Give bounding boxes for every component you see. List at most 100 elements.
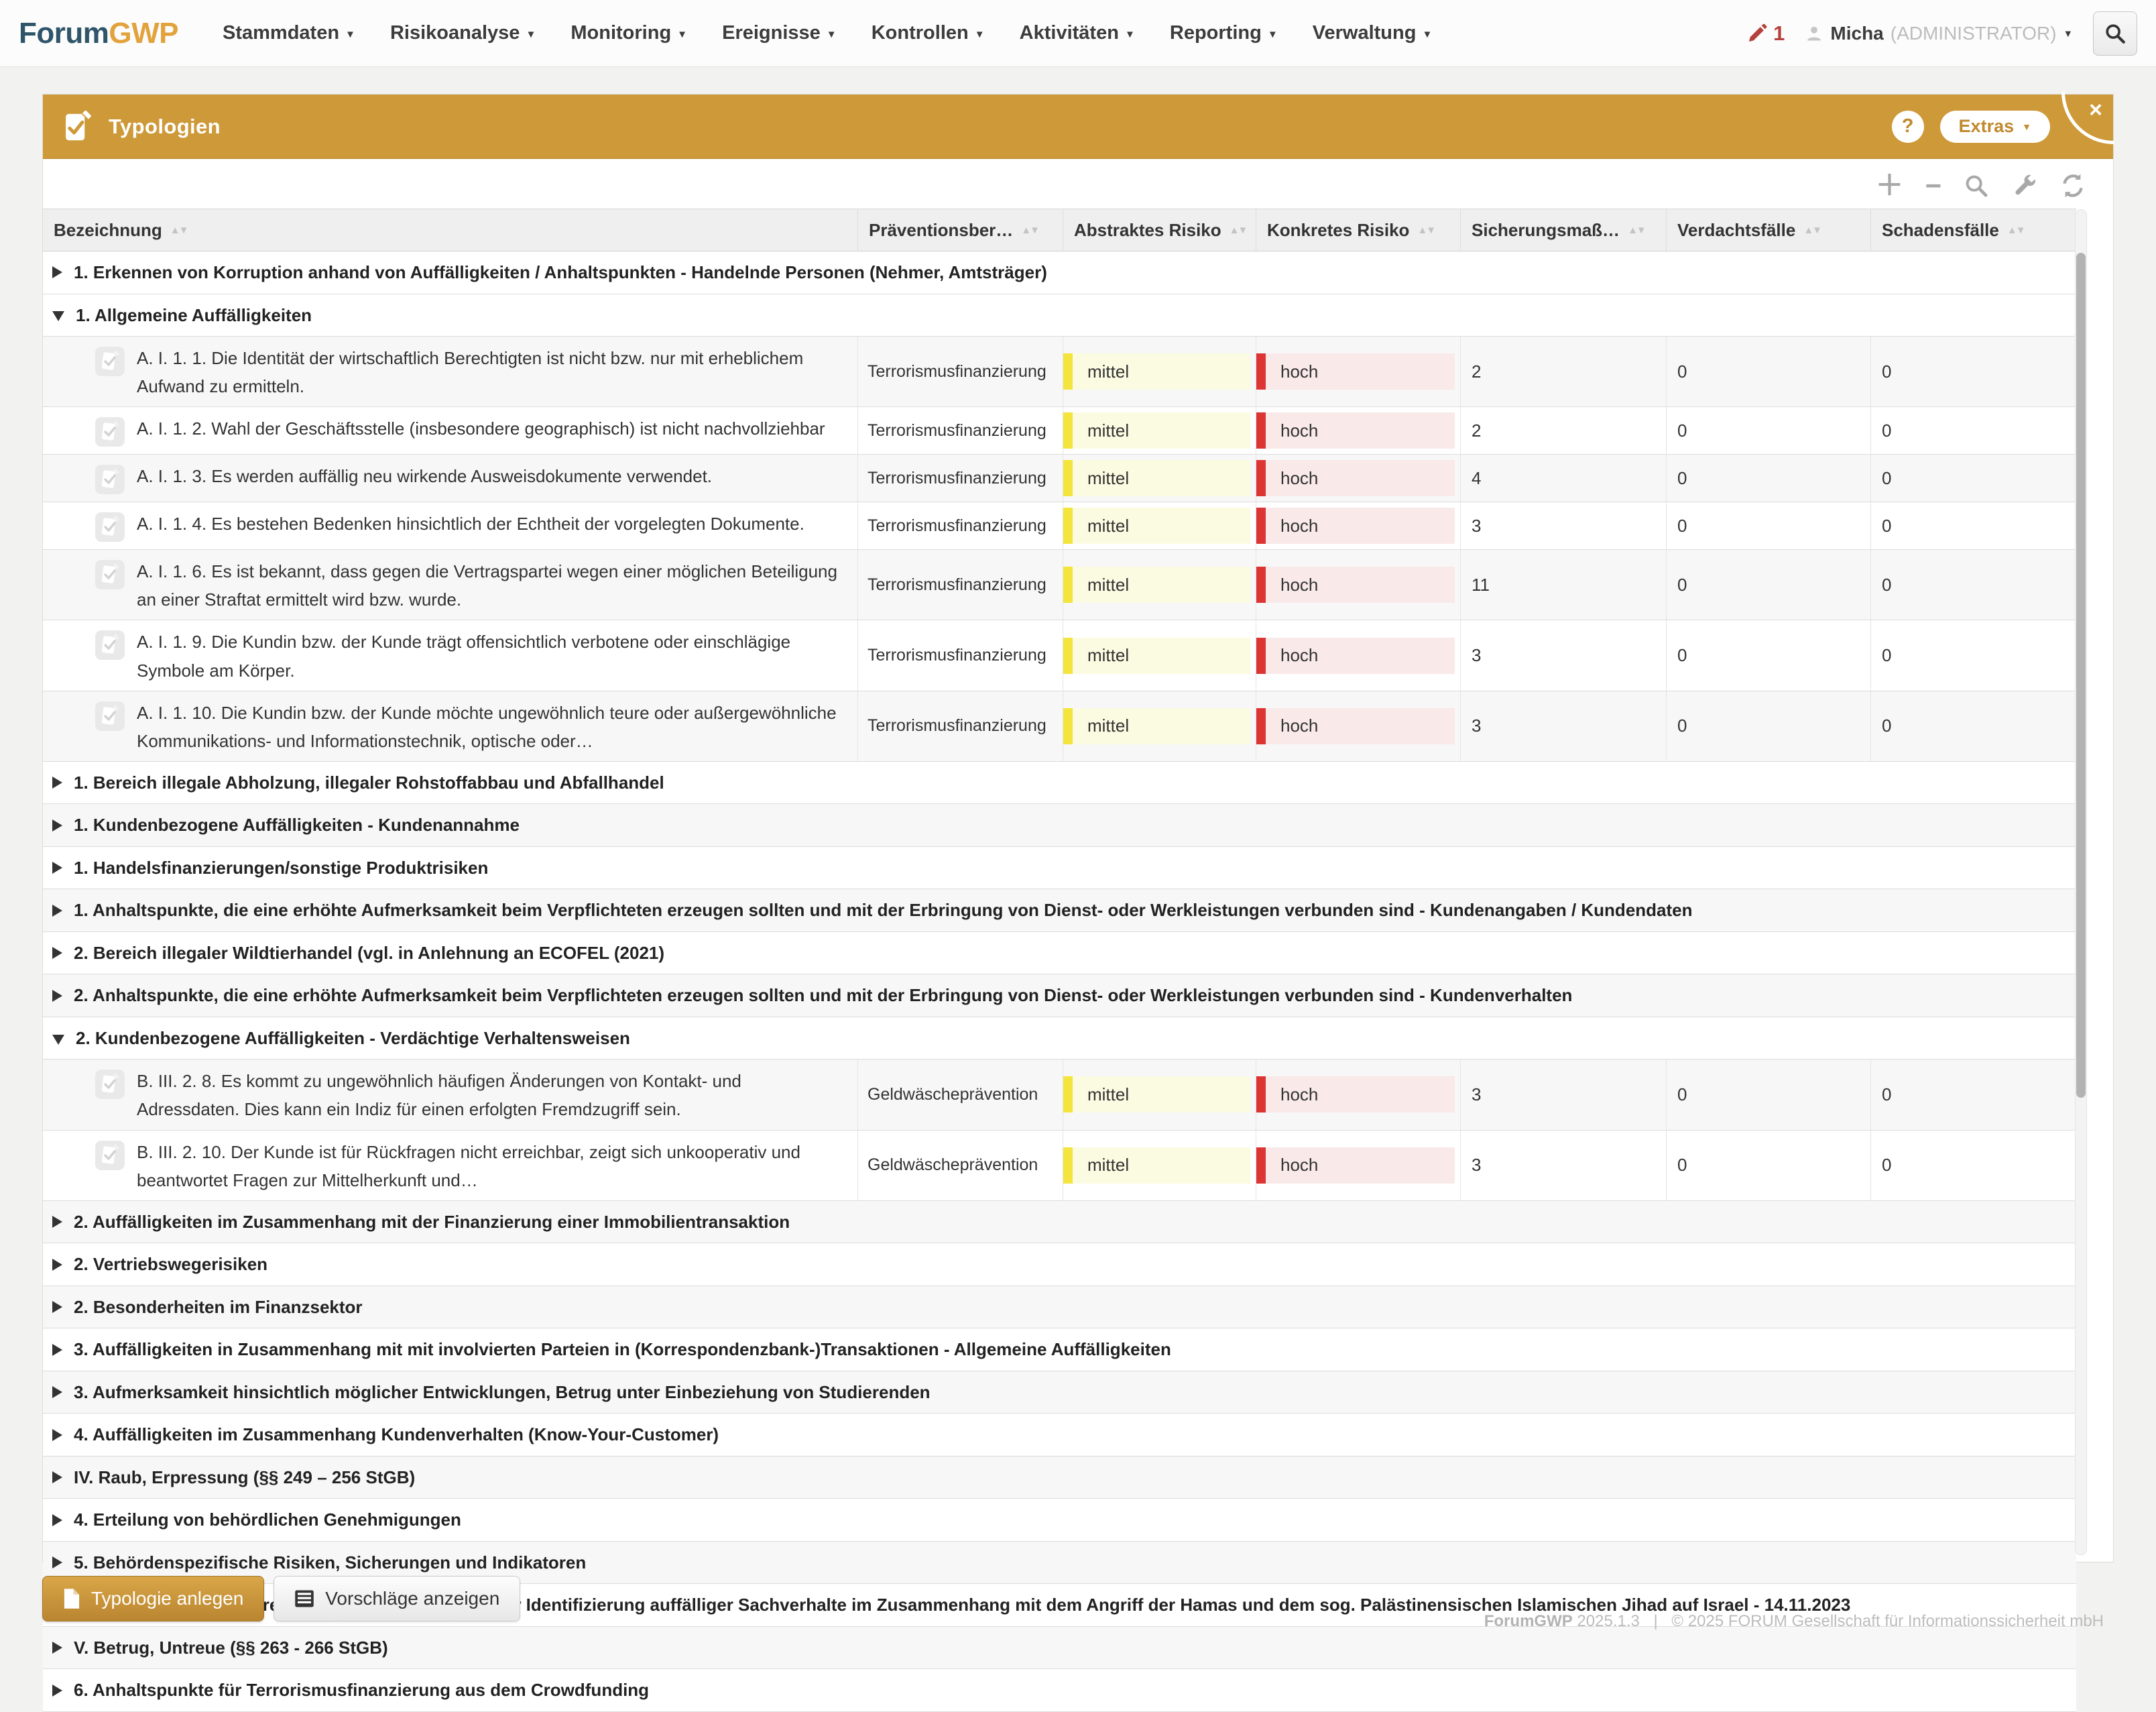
nav-item-risikoanalyse[interactable]: Risikoanalyse▼ (390, 22, 536, 44)
sort-icons[interactable]: ▲▼ (1803, 225, 1821, 236)
nav-item-verwaltung[interactable]: Verwaltung▼ (1313, 22, 1433, 44)
nav-item-kontrollen[interactable]: Kontrollen▼ (872, 22, 985, 44)
expand-arrow-icon[interactable] (52, 819, 62, 832)
expand-arrow-icon[interactable] (52, 1471, 62, 1483)
table-row[interactable]: A. I. 1. 1. Die Identität der wirtschaft… (43, 337, 2076, 407)
edit-indicator[interactable]: 1 (1746, 21, 1785, 46)
nav-item-aktivitäten[interactable]: Aktivitäten▼ (1020, 22, 1135, 44)
group-row[interactable]: 2. Besonderheiten im Finanzsektor (43, 1286, 2076, 1329)
group-row[interactable]: 2. Vertriebswegerisiken (43, 1243, 2076, 1286)
app-logo[interactable]: ForumGWP (19, 17, 178, 50)
group-row[interactable]: 1. Kundenbezogene Auffälligkeiten - Kund… (43, 804, 2076, 847)
group-row[interactable]: 1. Bereich illegale Abholzung, illegaler… (43, 762, 2076, 805)
expand-arrow-icon[interactable] (52, 266, 62, 278)
expand-arrow-icon[interactable] (52, 1556, 62, 1568)
group-row[interactable]: 1. Erkennen von Korruption anhand von Au… (43, 251, 2076, 294)
expand-arrow-icon[interactable] (52, 1685, 62, 1697)
expand-arrow-icon[interactable] (52, 1301, 62, 1313)
column-header-konkretes-risiko[interactable]: Konkretes Risiko▲▼ (1256, 209, 1460, 251)
expand-arrow-icon[interactable] (52, 1344, 62, 1356)
group-row[interactable]: 2. Bereich illegaler Wildtierhandel (vgl… (43, 932, 2076, 975)
typology-name-cell[interactable]: A. I. 1. 3. Es werden auffällig neu wirk… (43, 455, 857, 502)
expand-arrow-icon[interactable] (52, 947, 62, 959)
refresh-button[interactable] (2059, 172, 2086, 199)
group-row[interactable]: 4. Erteilung von behördlichen Genehmigun… (43, 1499, 2076, 1542)
table-row[interactable]: B. III. 2. 8. Es kommt zu ungewöhnlich h… (43, 1060, 2076, 1130)
column-header-abstraktes-risiko[interactable]: Abstraktes Risiko▲▼ (1063, 209, 1256, 251)
typology-name-cell[interactable]: A. I. 1. 2. Wahl der Geschäftsstelle (in… (43, 407, 857, 454)
typology-name-cell[interactable]: A. I. 1. 9. Die Kundin bzw. der Kunde tr… (43, 620, 857, 690)
expand-all-button[interactable]: ＋ (1875, 172, 1903, 200)
typology-name-cell[interactable]: A. I. 1. 6. Es ist bekannt, dass gegen d… (43, 550, 857, 620)
group-row[interactable]: 6. Anhaltspunkte für Terrorismusfinanzie… (43, 1669, 2076, 1712)
table-row[interactable]: A. I. 1. 10. Die Kundin bzw. der Kunde m… (43, 691, 2076, 762)
typology-name-cell[interactable]: A. I. 1. 10. Die Kundin bzw. der Kunde m… (43, 691, 857, 761)
sort-icons[interactable]: ▲▼ (1021, 225, 1038, 236)
column-header-sicherungsma-[interactable]: Sicherungsmaß…▲▼ (1460, 209, 1666, 251)
sort-icons[interactable]: ▲▼ (1628, 225, 1645, 236)
collapse-all-button[interactable]: − (1925, 172, 1941, 200)
nav-item-reporting[interactable]: Reporting▼ (1170, 22, 1278, 44)
group-row[interactable]: 2. Auffälligkeiten im Zusammenhang mit d… (43, 1201, 2076, 1244)
extras-button[interactable]: Extras ▼ (1940, 111, 2050, 143)
column-header-bezeichnung[interactable]: Bezeichnung▲▼ (43, 209, 857, 251)
expand-arrow-icon[interactable] (52, 990, 62, 1002)
table-settings-button[interactable] (2011, 172, 2038, 199)
column-header-pr-ventionsber-[interactable]: Präventionsber…▲▼ (857, 209, 1063, 251)
user-menu[interactable]: Micha (ADMINISTRATOR) ▼ (1805, 23, 2073, 44)
typology-name-cell[interactable]: A. I. 1. 4. Es bestehen Bedenken hinsich… (43, 502, 857, 549)
abstract-risk-cell: mittel (1063, 550, 1256, 620)
vertical-scrollbar[interactable] (2075, 209, 2087, 1555)
group-row[interactable]: 1. Allgemeine Auffälligkeiten (43, 294, 2076, 337)
table-row[interactable]: B. III. 2. 10. Der Kunde ist für Rückfra… (43, 1131, 2076, 1201)
expand-arrow-icon[interactable] (52, 1216, 62, 1228)
expand-arrow-icon[interactable] (52, 1514, 62, 1526)
column-header-verdachtsf-lle[interactable]: Verdachtsfälle▲▼ (1666, 209, 1870, 251)
collapse-arrow-icon[interactable] (52, 1035, 64, 1045)
group-row[interactable]: V. Betrug, Untreue (§§ 263 - 266 StGB) (43, 1627, 2076, 1670)
table-row[interactable]: A. I. 1. 9. Die Kundin bzw. der Kunde tr… (43, 620, 2076, 691)
sort-icons[interactable]: ▲▼ (1417, 225, 1435, 236)
create-typology-button[interactable]: Typologie anlegen (42, 1576, 264, 1621)
group-row[interactable]: 4. Auffälligkeiten im Zusammenhang Kunde… (43, 1414, 2076, 1457)
sort-icons[interactable]: ▲▼ (170, 225, 188, 236)
footer-copyright: © 2025 FORUM Gesellschaft für Informatio… (1671, 1612, 2104, 1630)
group-row[interactable]: 3. Aufmerksamkeit hinsichtlich möglicher… (43, 1371, 2076, 1414)
group-row[interactable]: IV. Raub, Erpressung (§§ 249 – 256 StGB) (43, 1457, 2076, 1499)
typology-name-cell[interactable]: A. I. 1. 1. Die Identität der wirtschaft… (43, 337, 857, 406)
table-row[interactable]: A. I. 1. 3. Es werden auffällig neu wirk… (43, 455, 2076, 502)
collapse-arrow-icon[interactable] (52, 311, 64, 321)
table-row[interactable]: A. I. 1. 2. Wahl der Geschäftsstelle (in… (43, 407, 2076, 455)
table-row[interactable]: A. I. 1. 4. Es bestehen Bedenken hinsich… (43, 502, 2076, 550)
sort-icons[interactable]: ▲▼ (2007, 225, 2025, 236)
typology-check-icon (95, 630, 125, 660)
table-row[interactable]: A. I. 1. 6. Es ist bekannt, dass gegen d… (43, 550, 2076, 620)
group-row[interactable]: 1. Anhaltspunkte, die eine erhöhte Aufme… (43, 889, 2076, 932)
expand-arrow-icon[interactable] (52, 905, 62, 917)
search-button[interactable] (2093, 11, 2137, 56)
expand-arrow-icon[interactable] (52, 1642, 62, 1654)
table-search-button[interactable] (1963, 172, 1990, 199)
typology-name-cell[interactable]: B. III. 2. 8. Es kommt zu ungewöhnlich h… (43, 1060, 857, 1129)
sort-icons[interactable]: ▲▼ (1230, 225, 1247, 236)
group-row[interactable]: 2. Anhaltspunkte, die eine erhöhte Aufme… (43, 974, 2076, 1017)
expand-arrow-icon[interactable] (52, 862, 62, 874)
expand-arrow-icon[interactable] (52, 777, 62, 789)
nav-item-stammdaten[interactable]: Stammdaten▼ (223, 22, 355, 44)
expand-arrow-icon[interactable] (52, 1429, 62, 1441)
column-header-schadensf-lle[interactable]: Schadensfälle▲▼ (1870, 209, 2076, 251)
help-button[interactable]: ? (1892, 111, 1924, 143)
close-icon[interactable]: × (2089, 99, 2102, 121)
group-row[interactable]: 3. Auffälligkeiten in Zusammenhang mit m… (43, 1328, 2076, 1371)
group-row[interactable]: 2. Kundenbezogene Auffälligkeiten - Verd… (43, 1017, 2076, 1060)
nav-item-ereignisse[interactable]: Ereignisse▼ (722, 22, 837, 44)
expand-arrow-icon[interactable] (52, 1386, 62, 1398)
typology-name-cell[interactable]: B. III. 2. 10. Der Kunde ist für Rückfra… (43, 1131, 857, 1200)
nav-item-monitoring[interactable]: Monitoring▼ (571, 22, 687, 44)
group-row[interactable]: 1. Handelsfinanzierungen/sonstige Produk… (43, 847, 2076, 890)
show-suggestions-button[interactable]: Vorschläge anzeigen (274, 1576, 520, 1621)
expand-arrow-icon[interactable] (52, 1259, 62, 1271)
nav-item-label: Reporting (1170, 22, 1262, 44)
scrollbar-thumb[interactable] (2076, 253, 2086, 1098)
typology-name: A. I. 1. 6. Es ist bekannt, dass gegen d… (137, 556, 844, 614)
